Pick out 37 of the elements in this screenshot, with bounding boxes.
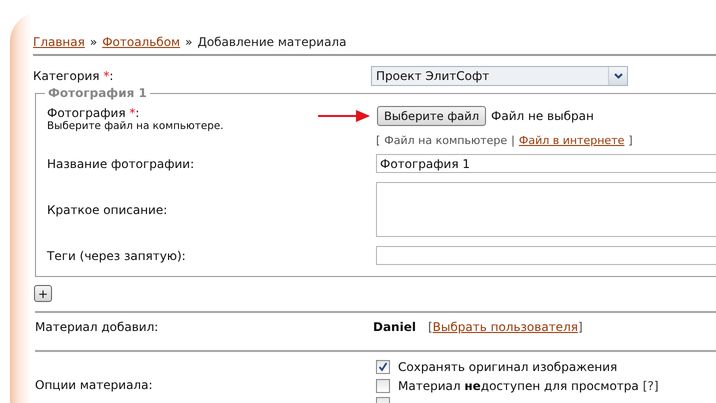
choose-user-link[interactable]: Выбрать пользователя — [432, 320, 578, 334]
file-status: Файл не выбран — [491, 109, 594, 123]
field-label: Теги (через запятую): — [47, 248, 186, 262]
checkbox-label: Материал недоступен для просмотра — [398, 378, 639, 392]
breadcrumb-link[interactable]: Главная — [33, 35, 85, 49]
author-name: Daniel — [373, 320, 416, 334]
field-hint: Выберите файл на компьютере. — [47, 120, 224, 132]
checkbox-label: Сохранять оригинал изображения — [398, 360, 618, 374]
source-option[interactable]: Файл на компьютере — [384, 135, 508, 147]
divider: | — [511, 135, 515, 147]
checkbox[interactable] — [376, 378, 390, 392]
add-button[interactable]: + — [34, 285, 52, 302]
bracket: [ — [428, 320, 433, 334]
help-link[interactable]: [?] — [642, 378, 658, 392]
checkbox[interactable] — [376, 360, 390, 374]
group-legend: Фотография 1 — [45, 86, 150, 100]
field-label: Опции материала: — [35, 378, 154, 392]
breadcrumb-current: Добавление материала — [197, 35, 346, 49]
bracket: [ — [376, 135, 380, 147]
arrow-icon — [318, 110, 370, 122]
breadcrumb-separator: » — [90, 35, 98, 49]
text-input[interactable] — [376, 246, 716, 265]
breadcrumb-link[interactable]: Фотоальбом — [102, 35, 180, 49]
field-label: Категория *: — [33, 69, 114, 83]
category-select[interactable]: Проект ЭлитСофт — [371, 66, 628, 86]
source-link[interactable]: Файл в интернете — [518, 135, 624, 147]
choose-file-button[interactable]: Выберите файл — [377, 106, 486, 126]
textarea-field[interactable] — [376, 182, 716, 237]
field-label: Материал добавил: — [35, 320, 158, 334]
field-label: Фотография *: — [47, 106, 140, 120]
breadcrumb-separator: » — [185, 35, 192, 49]
bracket: ] — [578, 320, 583, 334]
field-label: Название фотографии: — [47, 156, 194, 170]
text-input[interactable]: Фотография 1 — [376, 154, 716, 173]
dropdown-chevron-icon — [614, 73, 622, 79]
bracket: ] — [628, 135, 633, 147]
field-label: Краткое описание: — [47, 202, 168, 216]
